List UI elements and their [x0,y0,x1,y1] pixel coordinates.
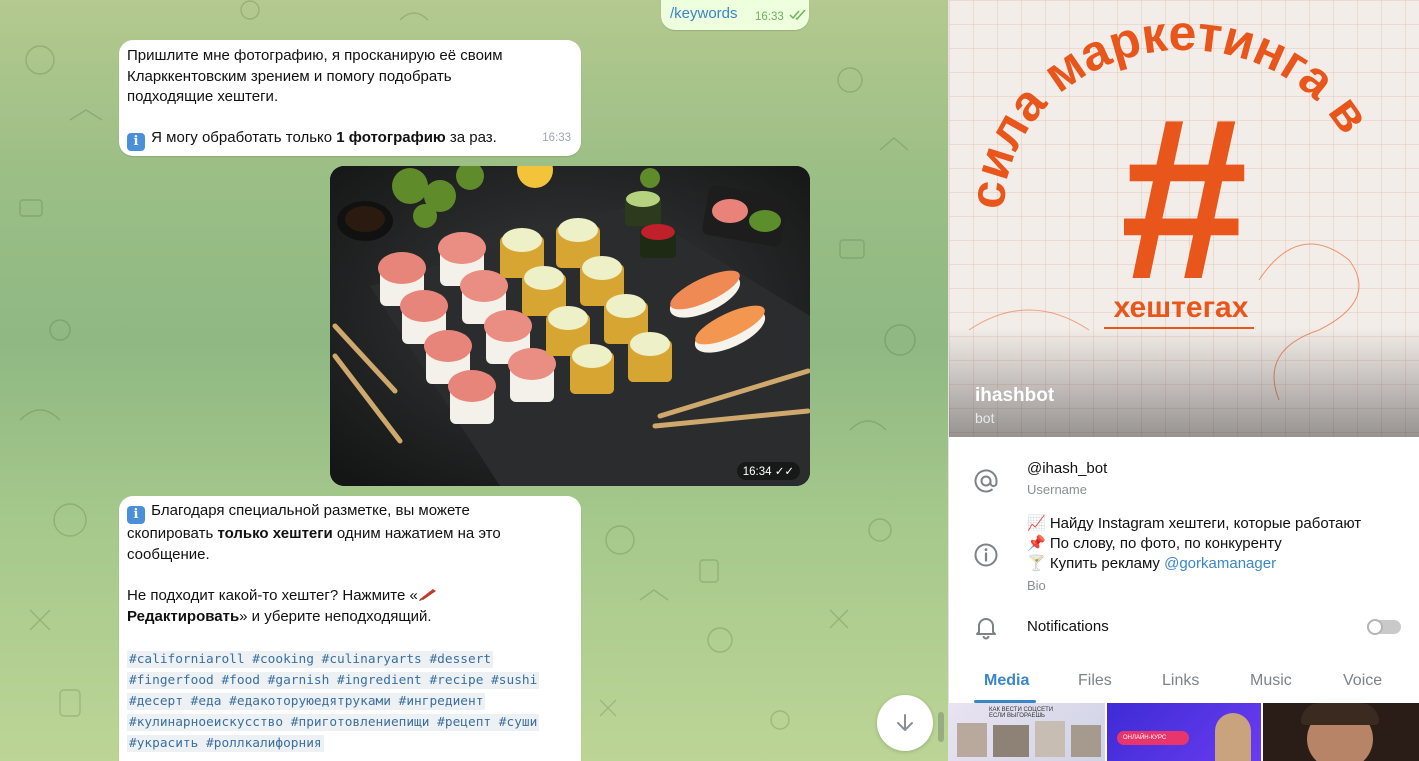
notifications-toggle[interactable] [1367,619,1401,635]
message-line: i Благодаря специальной разметке, вы мож… [127,501,567,524]
message-line: подходящие хештеги. [127,88,279,105]
bio-label: Bio [1027,578,1046,593]
profile-cover: сила маркетинга в # хештегах ihashbot bo… [949,0,1419,437]
username-value: @ihash_bot [1027,460,1108,477]
cover-hash: # [1120,70,1248,327]
at-sign-icon [974,469,998,493]
hashtag-line[interactable]: #десерт #еда #едакоторуюедятруками #ингр… [127,693,486,710]
bell-icon [976,618,996,640]
media-thumb[interactable]: КАК ВЕСТИ СОЦСЕТИ ЕСЛИ ВЫГОРАЕШЬ [949,703,1105,761]
message-line: сообщение. [127,545,210,563]
chat-pane[interactable]: /keywords 16:33 Пришлите мне фотографию,… [0,0,948,761]
username-label: Username [1027,482,1087,497]
notifications-label: Notifications [1027,618,1109,635]
bio-row[interactable]: 📈 Найду Instagram хештеги, которые работ… [949,512,1419,596]
photo-message[interactable]: 16:34 ✓✓ [330,166,810,486]
media-tabs: Media Files Links Music Voice [949,664,1419,700]
arrow-down-icon [897,714,913,731]
toggle-knob [1367,619,1383,635]
bio-line: 📌 По слову, по фото, по конкуренту [1027,535,1282,552]
notifications-row[interactable]: Notifications [949,607,1419,647]
scroll-down-button[interactable] [877,695,933,751]
tab-links[interactable]: Links [1162,672,1199,690]
info-icon: i [127,506,145,524]
bio-line: 🍸 Купить рекламу @gorkamanager [1027,555,1277,572]
hashtag-line[interactable]: #кулинарноеискусство #приготовлениепищи … [127,714,540,731]
message-line: Пришлите мне фотографию, я просканирую е… [127,47,503,64]
sushi-photo [330,166,810,486]
bio-link[interactable]: @gorkamanager [1164,555,1276,572]
message-line: Редактировать» и уберите неподходящий. [127,607,432,625]
command-link[interactable]: /keywords [670,5,738,22]
media-thumb[interactable]: ОНЛАЙН-КУРС [1107,703,1261,761]
profile-type: bot [975,410,995,426]
hashtag-block[interactable]: #californiaroll #cooking #culinaryarts #… [127,649,567,754]
read-checkmarks-icon [789,10,806,20]
message-line: скопировать только хештеги одним нажатие… [127,525,501,542]
cover-subtitle: хештегах [1114,291,1249,324]
bio-line: 📈 Найду Instagram хештеги, которые работ… [1027,515,1362,532]
profile-name: ihashbot [975,385,1055,406]
message-line: Кларккентовским зрением и помогу подобра… [127,67,452,85]
message-note: i Я могу обработать только 1 фотографию … [127,128,567,151]
message-time: 16:33 [755,11,784,23]
bot-message-hashtags[interactable]: i Благодаря специальной разметке, вы мож… [119,496,581,761]
pencil-icon [418,589,436,601]
username-row[interactable]: @ihash_bot Username [949,456,1419,506]
tab-voice[interactable]: Voice [1343,672,1382,690]
message-line: Не подходит какой-то хештег? Нажмите « [127,586,567,607]
photo-time: 16:34 ✓✓ [736,462,800,480]
info-icon: i [127,132,145,151]
hashtag-line[interactable]: #украсить #роллкалифорния [127,735,324,752]
outgoing-message[interactable]: /keywords 16:33 [661,0,809,30]
tab-media[interactable]: Media [984,672,1029,690]
media-grid: КАК ВЕСТИ СОЦСЕТИ ЕСЛИ ВЫГОРАЕШЬ ОНЛАЙН-… [949,703,1419,761]
profile-pane: сила маркетинга в # хештегах ihashbot bo… [948,0,1419,761]
cover-shade [949,327,1419,437]
info-circle-icon [974,543,998,567]
bot-message-intro[interactable]: Пришлите мне фотографию, я просканирую е… [119,40,581,156]
message-time: 16:33 [542,131,571,144]
hashtag-line[interactable]: #californiaroll #cooking #culinaryarts #… [127,651,494,668]
tab-music[interactable]: Music [1250,672,1292,690]
media-thumb[interactable] [1263,703,1419,761]
chat-scrollbar[interactable] [938,712,944,742]
tab-files[interactable]: Files [1078,672,1112,690]
hashtag-line[interactable]: #fingerfood #food #garnish #ingredient #… [127,672,540,689]
